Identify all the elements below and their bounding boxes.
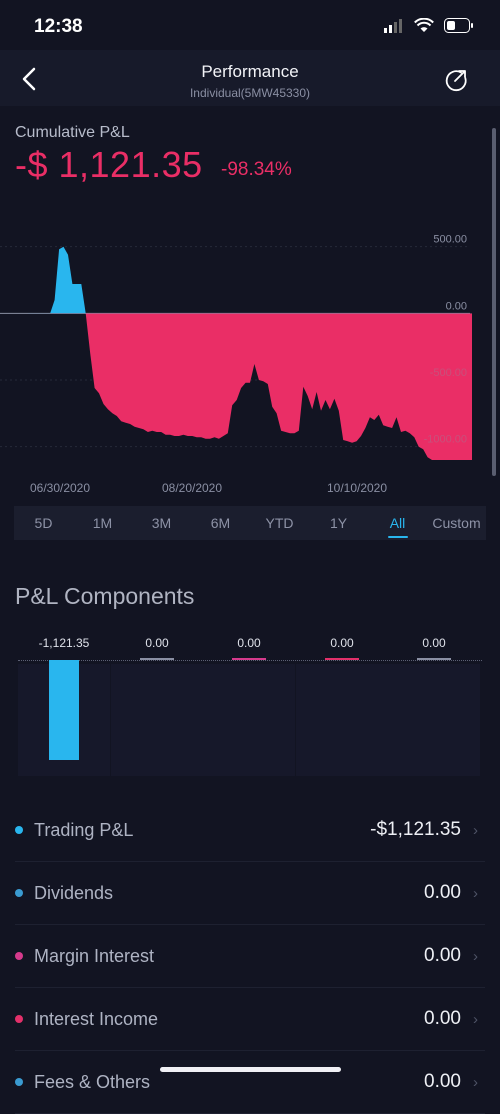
signal-icon [384,18,402,33]
pnl-area-chart[interactable]: 500.00 0.00 -500.00 -1000.00 06/30/2020 08/20… [0,230,500,500]
row-value: 0.00 [424,1071,461,1092]
range-tab-custom[interactable]: Custom [427,506,486,540]
bar-fill [49,660,79,760]
row-label: Fees & Others [34,1071,151,1092]
row-value: 0.00 [424,1008,461,1029]
chevron-right-icon: › [473,1010,478,1028]
row-label: Trading P&L [34,819,134,840]
y-tick-label: -500.00 [430,367,467,379]
bar-value-label: 0.00 [422,636,446,650]
row-label: Margin Interest [34,945,155,966]
bar-value-label: 0.00 [145,636,169,650]
status-icons [384,18,474,33]
bar-value-label: 0.00 [330,636,354,650]
y-tick-label: 0.00 [446,300,467,312]
x-tick-label: 10/10/2020 [327,481,387,495]
range-tab-1y[interactable]: 1Y [309,506,368,540]
battery-icon [444,18,473,33]
pnl-row-dividends[interactable]: Dividends 0.00 › [15,862,485,925]
share-icon[interactable] [444,68,468,92]
chevron-right-icon: › [473,821,478,839]
bar-column [296,664,388,776]
row-value: 0.00 [424,945,461,966]
components-title: P&L Components [15,583,195,609]
y-tick-label: -1000.00 [424,434,467,446]
range-tabs: 5D 1M 3M 6M YTD 1Y All Custom [14,506,486,540]
chevron-right-icon: › [473,884,478,902]
bar-zero-marker [232,658,266,660]
row-label: Interest Income [34,1008,159,1029]
cumulative-value: -$ 1,121.35 [15,144,203,185]
bar-zero-marker [325,658,359,660]
x-tick-label: 06/30/2020 [30,481,90,495]
range-tab-3m[interactable]: 3M [132,506,191,540]
range-tab-6m[interactable]: 6M [191,506,250,540]
cumulative-percent: -98.34% [221,159,292,180]
bar-value-label: -1,121.35 [38,636,90,650]
page-title: Performance [201,62,299,81]
bar-baseline [18,660,482,661]
negative-area [85,313,472,460]
pnl-row-fees-others[interactable]: Fees & Others 0.00 › [15,1051,485,1114]
y-tick-label: 500.00 [433,234,467,246]
account-subtitle: Individual(5MW45330) [189,86,311,100]
range-tab-all[interactable]: All [368,506,427,540]
bar-zero-marker [140,658,174,660]
status-time: 12:38 [34,16,83,37]
cumulative-label: Cumulative P&L [15,124,130,141]
legend-dot [15,1015,23,1023]
range-tab-5d[interactable]: 5D [14,506,73,540]
range-tab-ytd[interactable]: YTD [250,506,309,540]
x-tick-label: 08/20/2020 [162,481,222,495]
chevron-right-icon: › [473,947,478,965]
legend-dot [15,889,23,897]
chevron-right-icon: › [473,1073,478,1091]
row-value: 0.00 [424,882,461,903]
bar-zero-marker [417,658,451,660]
wifi-icon [414,18,434,32]
pnl-row-trading-p-l[interactable]: Trading P&L -$1,121.35 › [15,799,485,862]
range-tab-1m[interactable]: 1M [73,506,132,540]
bar-column [203,664,295,776]
components-bar-chart: -1,121.35 0.00 0.00 0.00 0.00 [18,636,482,776]
legend-dot [15,1078,23,1086]
home-indicator[interactable] [160,1067,341,1072]
bar-column [388,664,480,776]
pnl-row-interest-income[interactable]: Interest Income 0.00 › [15,988,485,1051]
row-label: Dividends [34,882,114,903]
bar-value-label: 0.00 [237,636,261,650]
row-value: -$1,121.35 [370,819,461,840]
bar-column [111,664,203,776]
pnl-row-margin-interest[interactable]: Margin Interest 0.00 › [15,925,485,988]
legend-dot [15,826,23,834]
legend-dot [15,952,23,960]
